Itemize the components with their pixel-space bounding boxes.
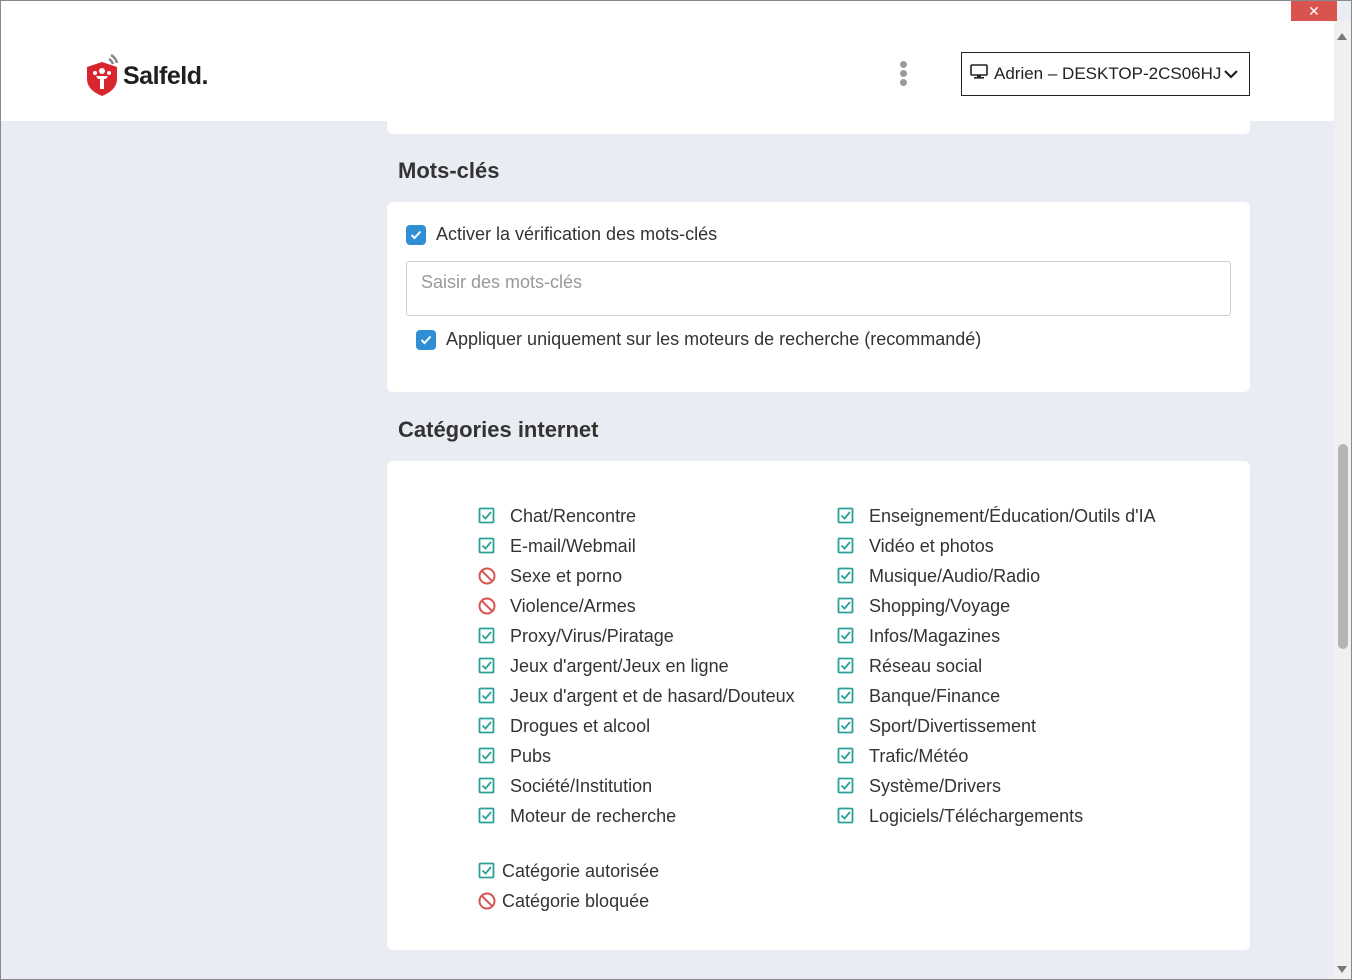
- category-item[interactable]: Enseignement/Éducation/Outils d'IA: [837, 504, 1156, 528]
- allowed-check-icon[interactable]: [837, 507, 855, 525]
- more-options-icon[interactable]: [895, 59, 911, 89]
- vertical-scrollbar[interactable]: [1334, 21, 1351, 979]
- checkbox-checked-icon: [416, 329, 436, 350]
- category-label: Système/Drivers: [869, 775, 1002, 796]
- allowed-check-icon[interactable]: [478, 687, 496, 705]
- category-label: Jeux d'argent/Jeux en ligne: [510, 655, 729, 676]
- allowed-check-icon[interactable]: [837, 717, 855, 735]
- category-label: Logiciels/Téléchargements: [869, 805, 1084, 826]
- allowed-check-icon: [478, 862, 496, 880]
- category-label: Violence/Armes: [510, 595, 636, 616]
- allowed-check-icon[interactable]: [837, 537, 855, 555]
- category-item[interactable]: Proxy/Virus/Piratage: [478, 624, 674, 648]
- blocked-icon[interactable]: [478, 597, 496, 615]
- allowed-check-icon[interactable]: [837, 807, 855, 825]
- category-item[interactable]: Logiciels/Téléchargements: [837, 804, 1083, 828]
- allowed-check-icon[interactable]: [837, 777, 855, 795]
- legend-allowed-label: Catégorie autorisée: [502, 860, 660, 881]
- scroll-up-icon[interactable]: [1337, 33, 1347, 40]
- category-item[interactable]: Chat/Rencontre: [478, 504, 636, 528]
- allowed-check-icon[interactable]: [837, 597, 855, 615]
- category-item[interactable]: Société/Institution: [478, 774, 652, 798]
- monitor-icon: [970, 63, 988, 85]
- category-label: Sexe et porno: [510, 565, 623, 586]
- allowed-check-icon[interactable]: [837, 687, 855, 705]
- category-label: Vidéo et photos: [869, 535, 994, 556]
- scrollbar-thumb[interactable]: [1338, 444, 1348, 649]
- category-label: Enseignement/Éducation/Outils d'IA: [869, 505, 1156, 526]
- allowed-check-icon[interactable]: [478, 657, 496, 675]
- device-selector[interactable]: Adrien – DESKTOP-2CS06HJ: [961, 52, 1250, 96]
- category-item[interactable]: Système/Drivers: [837, 774, 1001, 798]
- app-header: Salfeld. Adrien – DESKTOP-2CS06HJ: [1, 1, 1335, 121]
- search-engines-only-checkbox[interactable]: Appliquer uniquement sur les moteurs de …: [416, 329, 981, 350]
- app-window: ✕ Salfeld. Adrien – DESKTOP-2CS06HJ Mots…: [0, 0, 1352, 980]
- allowed-check-icon[interactable]: [837, 627, 855, 645]
- category-label: Jeux d'argent et de hasard/Douteux: [510, 685, 795, 706]
- category-label: Musique/Audio/Radio: [869, 565, 1041, 586]
- allowed-check-icon[interactable]: [478, 747, 496, 765]
- category-item[interactable]: Moteur de recherche: [478, 804, 676, 828]
- category-item[interactable]: Réseau social: [837, 654, 982, 678]
- category-item[interactable]: Pubs: [478, 744, 551, 768]
- allowed-check-icon[interactable]: [837, 567, 855, 585]
- category-label: Réseau social: [869, 655, 983, 676]
- close-window-button[interactable]: ✕: [1291, 1, 1337, 21]
- allowed-check-icon[interactable]: [478, 717, 496, 735]
- device-selector-label: Adrien – DESKTOP-2CS06HJ: [994, 64, 1222, 83]
- legend-blocked-label: Catégorie bloquée: [502, 890, 650, 911]
- shield-logo-icon: [85, 51, 121, 102]
- category-label: Shopping/Voyage: [869, 595, 1011, 616]
- category-item[interactable]: Violence/Armes: [478, 594, 636, 618]
- category-label: Infos/Magazines: [869, 625, 1001, 646]
- legend-allowed: Catégorie autorisée: [478, 859, 659, 883]
- categories-card: Catégorie autorisée Catégorie bloquée Ch…: [387, 461, 1250, 950]
- category-label: Société/Institution: [510, 775, 653, 796]
- salfeld-logo[interactable]: Salfeld.: [85, 51, 208, 102]
- category-label: E-mail/Webmail: [510, 535, 636, 556]
- blocked-icon[interactable]: [478, 567, 496, 585]
- category-item[interactable]: Musique/Audio/Radio: [837, 564, 1040, 588]
- allowed-check-icon[interactable]: [837, 657, 855, 675]
- allowed-check-icon[interactable]: [478, 627, 496, 645]
- keywords-input[interactable]: [406, 261, 1231, 316]
- legend-blocked: Catégorie bloquée: [478, 889, 649, 913]
- category-item[interactable]: Jeux d'argent et de hasard/Douteux: [478, 684, 795, 708]
- category-label: Trafic/Météo: [869, 745, 969, 766]
- allowed-check-icon[interactable]: [478, 537, 496, 555]
- allowed-check-icon[interactable]: [837, 747, 855, 765]
- scroll-down-icon[interactable]: [1337, 966, 1347, 973]
- blocked-icon: [478, 892, 496, 910]
- category-item[interactable]: Trafic/Météo: [837, 744, 968, 768]
- category-item[interactable]: E-mail/Webmail: [478, 534, 636, 558]
- category-item[interactable]: Sport/Divertissement: [837, 714, 1036, 738]
- category-item[interactable]: Banque/Finance: [837, 684, 1000, 708]
- category-item[interactable]: Drogues et alcool: [478, 714, 650, 738]
- enable-keyword-check-checkbox[interactable]: Activer la vérification des mots-clés: [406, 224, 717, 245]
- category-item[interactable]: Jeux d'argent/Jeux en ligne: [478, 654, 729, 678]
- search-engines-only-label: Appliquer uniquement sur les moteurs de …: [446, 329, 982, 349]
- category-item[interactable]: Vidéo et photos: [837, 534, 994, 558]
- category-item[interactable]: Shopping/Voyage: [837, 594, 1010, 618]
- checkbox-checked-icon: [406, 224, 426, 245]
- category-label: Proxy/Virus/Piratage: [510, 625, 674, 646]
- category-label: Chat/Rencontre: [510, 505, 637, 526]
- category-item[interactable]: Sexe et porno: [478, 564, 622, 588]
- enable-keyword-check-label: Activer la vérification des mots-clés: [436, 224, 718, 244]
- allowed-check-icon[interactable]: [478, 807, 496, 825]
- category-label: Banque/Finance: [869, 685, 1001, 706]
- category-label: Drogues et alcool: [510, 715, 651, 736]
- category-item[interactable]: Infos/Magazines: [837, 624, 1000, 648]
- brand-name: Salfeld.: [123, 62, 208, 90]
- category-label: Pubs: [510, 745, 552, 766]
- keywords-section-title: Mots-clés: [398, 158, 500, 183]
- allowed-check-icon[interactable]: [478, 507, 496, 525]
- category-label: Moteur de recherche: [510, 805, 677, 826]
- keywords-card: Activer la vérification des mots-clés Ap…: [387, 202, 1250, 392]
- chevron-down-icon: [1223, 66, 1239, 87]
- categories-section-title: Catégories internet: [398, 417, 599, 442]
- category-label: Sport/Divertissement: [869, 715, 1037, 736]
- allowed-check-icon[interactable]: [478, 777, 496, 795]
- previous-section-card: [387, 121, 1250, 134]
